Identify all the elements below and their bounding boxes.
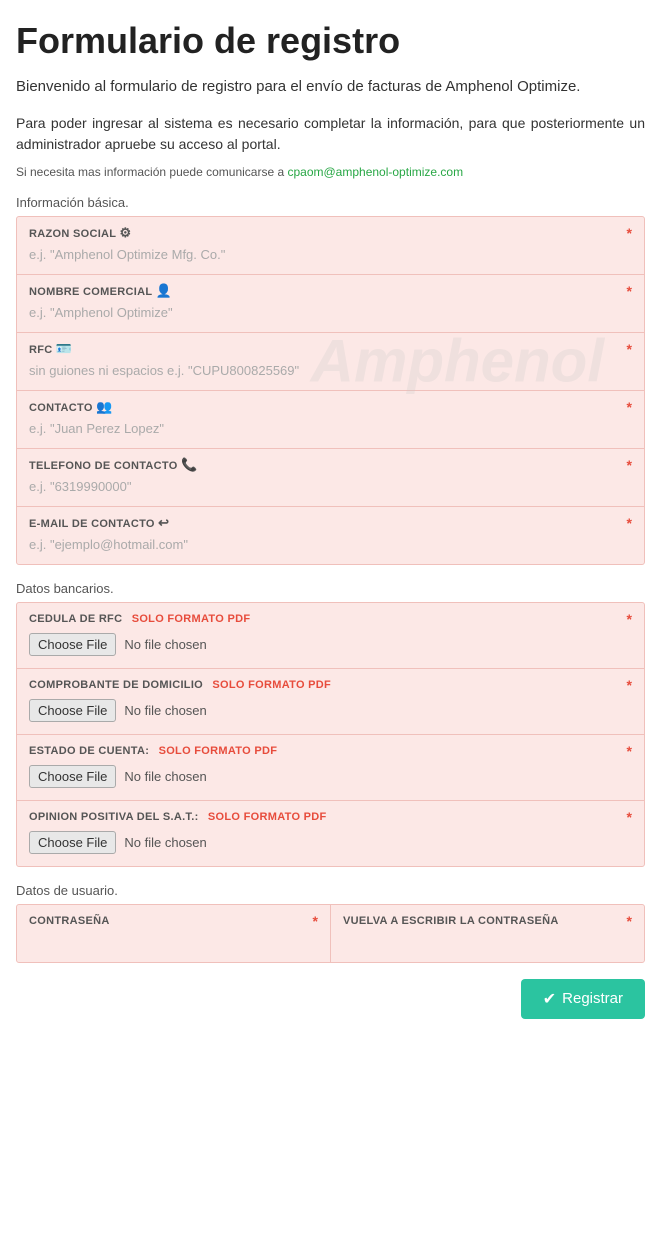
register-checkmark: ✔	[543, 989, 556, 1009]
contacto-icon: 👥	[96, 399, 113, 414]
comprobante-domicilio-pdf-label: SOLO FORMATO PDF	[212, 679, 331, 691]
page-title: Formulario de registro	[16, 20, 645, 62]
password-confirm-required: *	[627, 913, 632, 929]
opinion-positiva-label: OPINION POSITIVA DEL S.A.T.: SOLO FORMAT…	[29, 811, 327, 823]
comprobante-domicilio-field: COMPROBANTE DE DOMICILIO SOLO FORMATO PD…	[17, 669, 644, 735]
nombre-comercial-icon: 👤	[156, 283, 173, 298]
estado-cuenta-choose-btn[interactable]: Choose File	[29, 765, 116, 788]
email-icon: ↩	[158, 515, 169, 530]
cedula-rfc-choose-btn[interactable]: Choose File	[29, 633, 116, 656]
basic-info-section: RAZON SOCIAL ⚙ * NOMBRE COMERCIAL 👤 * RF…	[16, 216, 645, 565]
page-description: Para poder ingresar al sistema es necesa…	[16, 113, 645, 155]
comprobante-domicilio-no-file: No file chosen	[124, 703, 206, 718]
estado-cuenta-no-file: No file chosen	[124, 769, 206, 784]
password-confirm-input[interactable]	[343, 933, 632, 952]
opinion-positiva-required: *	[627, 809, 632, 825]
register-row: ✔ Registrar	[16, 979, 645, 1019]
nombre-comercial-field: NOMBRE COMERCIAL 👤 *	[17, 275, 644, 333]
password-confirm-field: VUELVA A ESCRIBIR LA CONTRASEÑA *	[331, 905, 644, 962]
contacto-label: CONTACTO 👥	[29, 399, 113, 415]
telefono-required: *	[627, 457, 632, 473]
contact-prefix: Si necesita mas información puede comuni…	[16, 165, 287, 179]
razon-social-input[interactable]	[29, 245, 632, 264]
opinion-positiva-pdf-label: SOLO FORMATO PDF	[208, 811, 327, 823]
section-banking-label: Datos bancarios.	[16, 581, 645, 596]
contact-line: Si necesita mas información puede comuni…	[16, 165, 645, 179]
password-label: CONTRASEÑA	[29, 915, 110, 927]
razon-social-field: RAZON SOCIAL ⚙ *	[17, 217, 644, 275]
estado-cuenta-pdf-label: SOLO FORMATO PDF	[159, 745, 278, 757]
cedula-rfc-pdf-label: SOLO FORMATO PDF	[132, 613, 251, 625]
telefono-field: TELEFONO DE CONTACTO 📞 *	[17, 449, 644, 507]
comprobante-domicilio-label: COMPROBANTE DE DOMICILIO SOLO FORMATO PD…	[29, 679, 331, 691]
password-row: CONTRASEÑA * VUELVA A ESCRIBIR LA CONTRA…	[17, 905, 644, 962]
password-section: CONTRASEÑA * VUELVA A ESCRIBIR LA CONTRA…	[16, 904, 645, 963]
razon-social-required: *	[627, 225, 632, 241]
section-basic-label: Información básica.	[16, 195, 645, 210]
register-label: Registrar	[562, 990, 623, 1007]
estado-cuenta-label: ESTADO DE CUENTA: SOLO FORMATO PDF	[29, 745, 277, 757]
comprobante-domicilio-choose-btn[interactable]: Choose File	[29, 699, 116, 722]
estado-cuenta-field: ESTADO DE CUENTA: SOLO FORMATO PDF * Cho…	[17, 735, 644, 801]
cedula-rfc-field: CEDULA DE RFC SOLO FORMATO PDF * Choose …	[17, 603, 644, 669]
register-button[interactable]: ✔ Registrar	[521, 979, 645, 1019]
telefono-icon: 📞	[181, 457, 198, 472]
page-subtitle: Bienvenido al formulario de registro par…	[16, 76, 645, 99]
nombre-comercial-required: *	[627, 283, 632, 299]
rfc-input[interactable]	[29, 361, 632, 380]
rfc-required: *	[627, 341, 632, 357]
cedula-rfc-no-file: No file chosen	[124, 637, 206, 652]
password-input[interactable]	[29, 933, 318, 952]
contacto-input[interactable]	[29, 419, 632, 438]
password-confirm-label: VUELVA A ESCRIBIR LA CONTRASEÑA	[343, 915, 559, 927]
telefono-input[interactable]	[29, 477, 632, 496]
estado-cuenta-required: *	[627, 743, 632, 759]
password-required: *	[313, 913, 318, 929]
opinion-positiva-no-file: No file chosen	[124, 835, 206, 850]
comprobante-domicilio-required: *	[627, 677, 632, 693]
opinion-positiva-field: OPINION POSITIVA DEL S.A.T.: SOLO FORMAT…	[17, 801, 644, 866]
section-user-label: Datos de usuario.	[16, 883, 645, 898]
rfc-field: RFC 🪪 * Amphenol	[17, 333, 644, 391]
opinion-positiva-choose-btn[interactable]: Choose File	[29, 831, 116, 854]
razon-social-icon: ⚙	[119, 225, 131, 240]
email-field: E-MAIL DE CONTACTO ↩ *	[17, 507, 644, 564]
cedula-rfc-label: CEDULA DE RFC SOLO FORMATO PDF	[29, 613, 250, 625]
rfc-icon: 🪪	[56, 341, 73, 356]
rfc-label: RFC 🪪	[29, 341, 72, 357]
nombre-comercial-label: NOMBRE COMERCIAL 👤	[29, 283, 172, 299]
contacto-field: CONTACTO 👥 *	[17, 391, 644, 449]
contact-email[interactable]: cpaom@amphenol-optimize.com	[287, 165, 463, 179]
telefono-label: TELEFONO DE CONTACTO 📞	[29, 457, 197, 473]
cedula-rfc-required: *	[627, 611, 632, 627]
email-required: *	[627, 515, 632, 531]
password-field: CONTRASEÑA *	[17, 905, 331, 962]
email-input[interactable]	[29, 535, 632, 554]
contacto-required: *	[627, 399, 632, 415]
nombre-comercial-input[interactable]	[29, 303, 632, 322]
banking-docs-section: CEDULA DE RFC SOLO FORMATO PDF * Choose …	[16, 602, 645, 867]
razon-social-label: RAZON SOCIAL ⚙	[29, 225, 131, 241]
email-label: E-MAIL DE CONTACTO ↩	[29, 515, 169, 531]
